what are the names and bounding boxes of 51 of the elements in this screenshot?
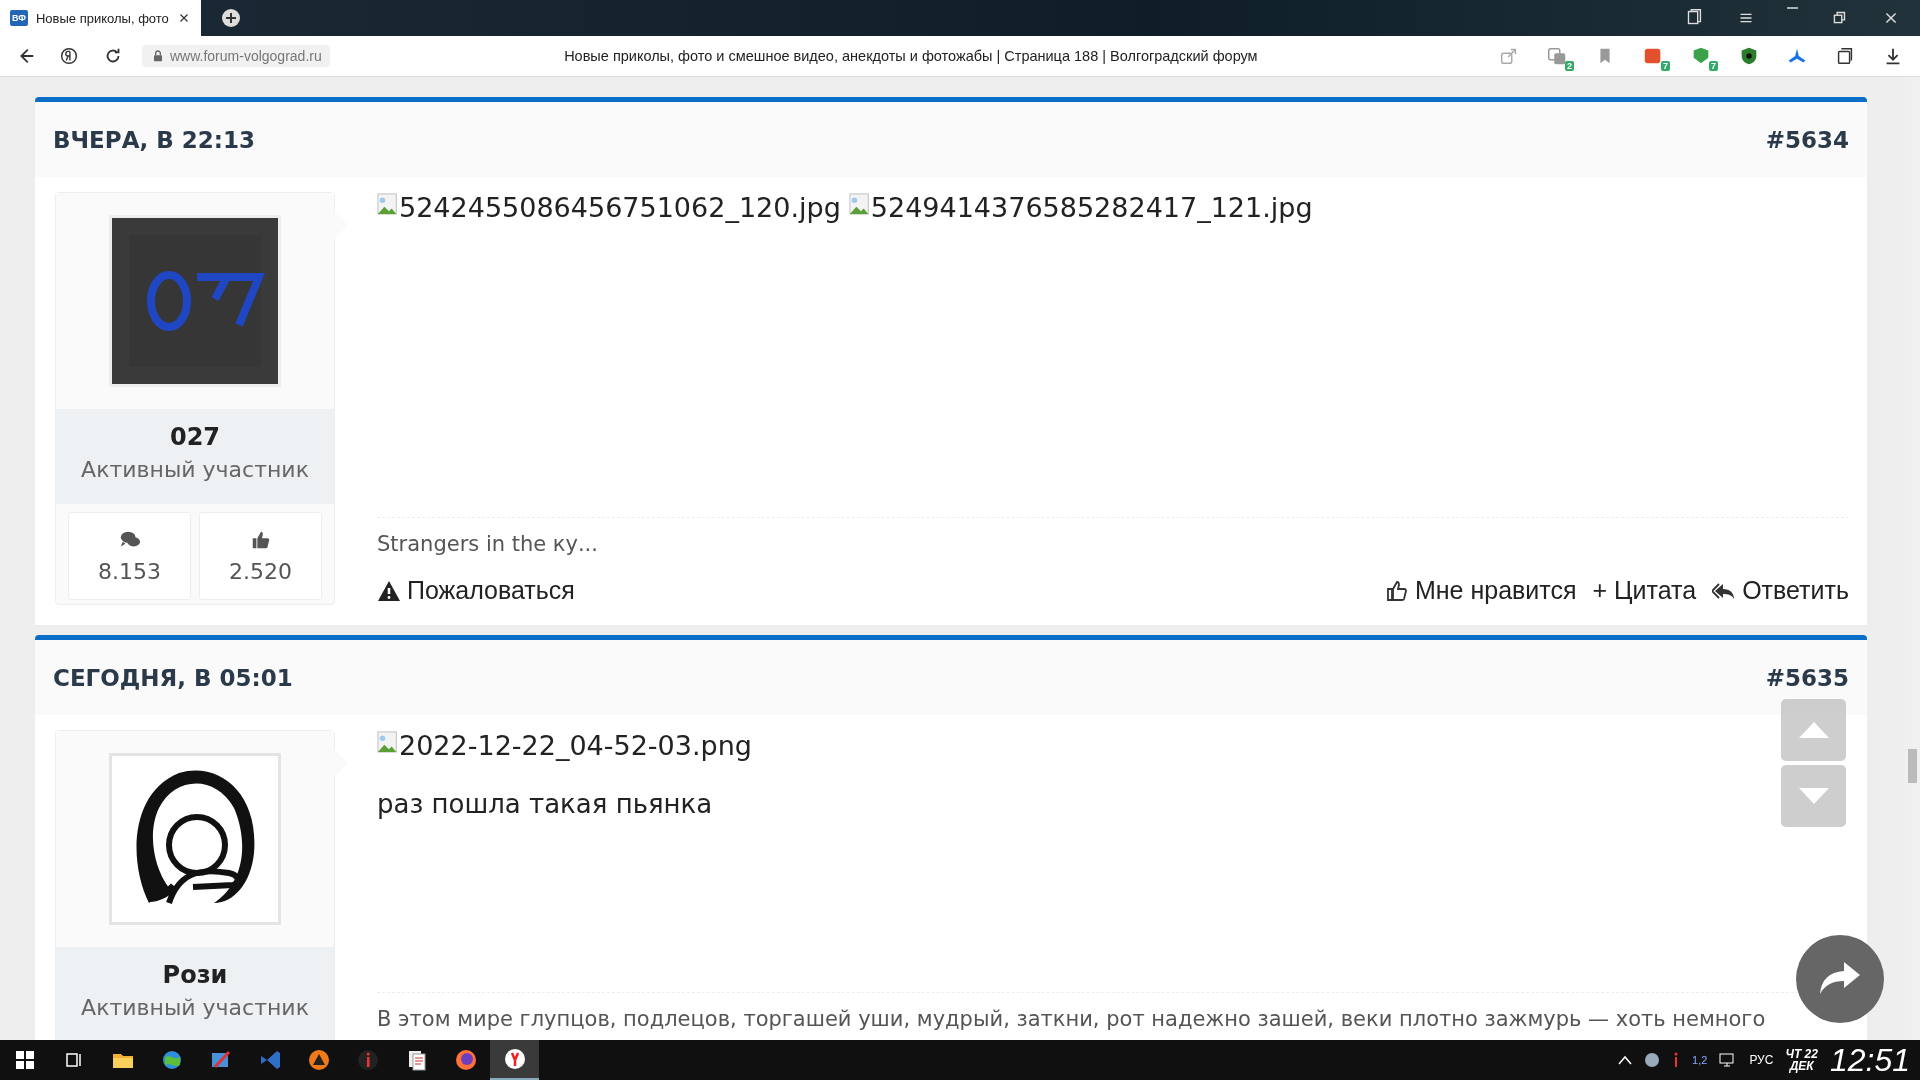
clock[interactable]: 12:51 [1829,1041,1910,1079]
tab-title: Новые приколы, фото [35,10,169,26]
post-number-link[interactable]: #5635 [1765,664,1849,691]
quote-link[interactable]: + Цитата [1592,576,1697,605]
firefox-icon [453,1048,478,1072]
post-text: раз пошла такая пьянка [377,789,713,819]
user-role: Активный участник [80,995,310,1020]
badge: 7 [1661,61,1670,71]
chevron-up-icon[interactable] [1618,1055,1633,1065]
scrollbar-thumb[interactable] [1908,749,1917,783]
user-role: Активный участник [80,457,310,482]
yandex-icon [58,45,80,67]
badge: 7 [1709,61,1718,71]
site-favicon: ВФ [10,10,28,26]
stat-value: 2.520 [229,558,292,584]
minimize-icon [1787,7,1798,9]
broken-image-icon [377,730,399,754]
badge: 2 [1565,61,1574,71]
info-icon [355,1048,380,1072]
browser-tab[interactable]: ВФ Новые приколы, фото [0,0,201,36]
image-alt-text: 2022-12-22_04-52-03.png [377,730,752,761]
image-alt-text: 5249414376585282417_121.jpg [848,192,1313,223]
up-arrow-icon [1798,722,1829,738]
share-arrow-icon [1820,962,1860,996]
image-alt-text: 5242455086456751062_120.jpg [377,192,841,223]
thumbs-up-icon [1384,578,1409,603]
stat-value: 8.153 [98,558,161,584]
windows-icon [15,1051,34,1069]
yandex-icon [502,1047,527,1071]
language-indicator[interactable]: РУС [1749,1053,1774,1067]
translate-icon [1546,45,1568,67]
taskbar-app-button[interactable] [490,1040,539,1080]
down-arrow-icon [1798,788,1829,804]
broken-image-icon [377,192,399,216]
warning-icon [306,1048,331,1072]
broken-image-icon [848,192,871,216]
date-display[interactable]: ЧТ 22 ДЕК [1785,1048,1818,1072]
reply-link[interactable]: Ответить [1712,576,1849,605]
report-link[interactable]: Пожаловаться [377,576,575,605]
signature-text: В этом мире глупцов, подлецов, торгашей уши, мудрый, заткни, рот надежно зашей, веки плотно зажмурь — хоть немного [377,1006,1766,1033]
post-date: ВЧЕРА, В 22:13 [53,126,255,153]
address-field[interactable]: www.forum-volgograd.ru [142,45,330,67]
post-date: СЕГОДНЯ, В 05:01 [53,664,293,691]
post-number-link[interactable]: #5634 [1765,126,1849,153]
signature-text: Strangers in the ку... [377,531,598,558]
network-reading: 1,2 [1692,1054,1708,1066]
like-link[interactable]: Мне нравится [1384,576,1577,605]
page-title: Новые приколы, фото и смешное видео, анекдоты и фотожабы | Страница 188 | Волгоградский форум [563,48,1259,64]
task-view-icon [64,1051,83,1069]
username[interactable]: 027 [56,423,334,451]
username[interactable]: Рози [56,961,334,989]
